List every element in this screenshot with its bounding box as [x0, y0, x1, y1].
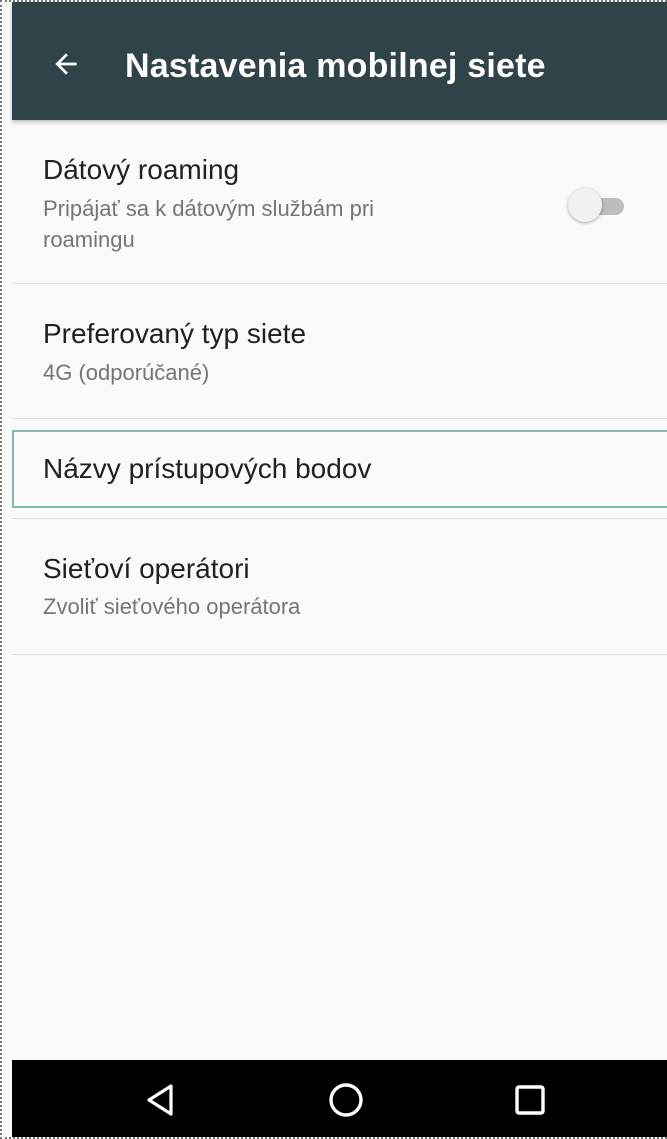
screen-frame: Nastavenia mobilnej siete Dátový roaming…: [0, 0, 667, 1139]
nav-recents-icon: [515, 1085, 545, 1115]
pref-network-operators-title: Sieťoví operátori: [43, 553, 250, 584]
pref-data-roaming-summary: Pripájať sa k dátovým službám pri roamin…: [43, 196, 375, 252]
pref-access-point-names[interactable]: Názvy prístupových bodov: [12, 430, 667, 508]
navigation-bar: [12, 1060, 667, 1137]
pref-network-type-title: Preferovaný typ siete: [43, 318, 307, 349]
pref-data-roaming-title: Dátový roaming: [43, 154, 240, 185]
nav-recents-button[interactable]: [500, 1070, 560, 1130]
pref-network-type-summary: 4G (odporúčané): [43, 360, 210, 385]
toggle-thumb: [568, 188, 602, 222]
pref-access-point-names-title: Názvy prístupových bodov: [43, 453, 372, 484]
arrow-back-icon: [55, 53, 77, 75]
nav-home-icon: [329, 1083, 363, 1117]
pref-data-roaming[interactable]: Dátový roaming Pripájať sa k dátovým slu…: [12, 120, 667, 283]
pref-network-operators-summary: Zvoliť sieťového operátora: [43, 594, 301, 619]
app-toolbar: Nastavenia mobilnej siete: [12, 2, 667, 120]
pref-network-type[interactable]: Preferovaný typ siete 4G (odporúčané): [12, 284, 667, 418]
nav-home-button[interactable]: [316, 1070, 376, 1130]
settings-list: Dátový roaming Pripájať sa k dátovým slu…: [12, 120, 667, 1060]
divider: [12, 418, 667, 419]
data-roaming-toggle[interactable]: [568, 186, 628, 226]
nav-back-icon: [147, 1084, 173, 1116]
back-button[interactable]: [44, 42, 88, 86]
page-title: Nastavenia mobilnej siete: [125, 47, 546, 85]
pref-network-operators[interactable]: Sieťoví operátori Zvoliť sieťového operá…: [12, 519, 667, 654]
divider: [12, 654, 667, 655]
nav-back-button[interactable]: [131, 1070, 191, 1130]
